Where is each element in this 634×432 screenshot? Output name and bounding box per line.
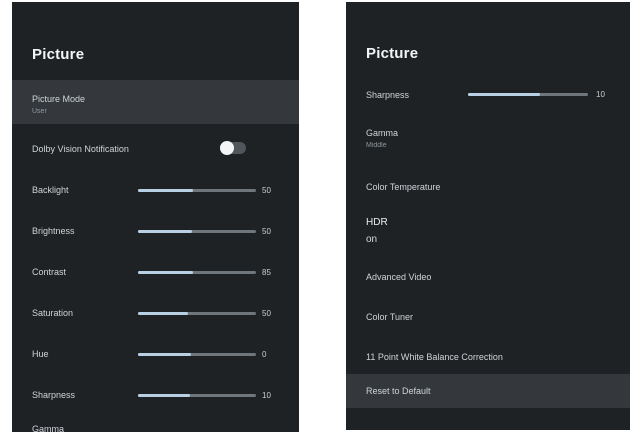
- brightness-slider-fill: [138, 230, 193, 233]
- saturation-slider[interactable]: [138, 312, 256, 315]
- hdr-label: HDR: [366, 217, 388, 228]
- picture-mode-label: Picture Mode: [32, 94, 86, 104]
- backlight-item[interactable]: Backlight 50: [12, 173, 299, 209]
- dolby-vision-notification-label: Dolby Vision Notification: [32, 144, 129, 154]
- color-tuner-label: Color Tuner: [366, 312, 414, 322]
- backlight-label: Backlight: [32, 185, 69, 195]
- contrast-label: Contrast: [32, 267, 67, 277]
- sharpness-label: Sharpness: [32, 390, 76, 400]
- saturation-label: Saturation: [32, 308, 74, 318]
- brightness-slider[interactable]: [138, 230, 256, 233]
- backlight-value: 50: [262, 186, 271, 195]
- sharpness-item[interactable]: Sharpness 10: [346, 82, 630, 108]
- gamma-label: Gamma: [32, 424, 65, 432]
- gamma-value: Middle: [366, 142, 387, 149]
- white-balance-correction-item[interactable]: 11 Point White Balance Correction: [346, 342, 630, 372]
- hdr-item[interactable]: HDR on: [346, 212, 630, 256]
- picture-mode-item[interactable]: Picture Mode User: [12, 80, 299, 124]
- sharpness-value: 10: [596, 90, 605, 99]
- picture-mode-value: User: [32, 108, 47, 115]
- white-balance-correction-label: 11 Point White Balance Correction: [366, 352, 503, 362]
- page-title: Picture: [32, 46, 85, 63]
- gamma-label: Gamma: [366, 128, 399, 138]
- hue-slider[interactable]: [138, 353, 256, 356]
- saturation-slider-fill: [138, 312, 188, 315]
- sharpness-label: Sharpness: [366, 90, 410, 100]
- sharpness-slider[interactable]: [468, 93, 588, 96]
- picture-settings-panel-right: Picture Sharpness 10 Gamma Middle Color …: [346, 2, 630, 430]
- saturation-value: 50: [262, 309, 271, 318]
- hdr-value: on: [366, 234, 378, 245]
- brightness-value: 50: [262, 227, 271, 236]
- sharpness-slider-fill: [468, 93, 540, 96]
- sharpness-slider-fill: [138, 394, 190, 397]
- sharpness-item[interactable]: Sharpness 10: [12, 378, 299, 414]
- reset-to-default-item[interactable]: Reset to Default: [346, 374, 630, 408]
- hue-item[interactable]: Hue 0: [12, 337, 299, 373]
- contrast-slider-fill: [138, 271, 194, 274]
- page-title: Picture: [366, 45, 419, 62]
- backlight-slider[interactable]: [138, 189, 256, 192]
- gamma-item[interactable]: Gamma Middle: [346, 120, 630, 160]
- brightness-label: Brightness: [32, 226, 75, 236]
- hue-value: 0: [262, 350, 267, 359]
- color-temperature-label: Color Temperature: [366, 182, 441, 192]
- picture-settings-panel-left: Picture Picture Mode User Dolby Vision N…: [12, 2, 299, 432]
- backlight-slider-fill: [138, 189, 194, 192]
- gamma-item[interactable]: Gamma: [12, 420, 299, 432]
- hue-slider-fill: [138, 353, 192, 356]
- dolby-vision-notification-toggle[interactable]: [220, 141, 246, 155]
- sharpness-slider[interactable]: [138, 394, 256, 397]
- contrast-value: 85: [262, 268, 271, 277]
- contrast-slider[interactable]: [138, 271, 256, 274]
- saturation-item[interactable]: Saturation 50: [12, 296, 299, 332]
- brightness-item[interactable]: Brightness 50: [12, 214, 299, 250]
- dolby-vision-notification-item[interactable]: Dolby Vision Notification: [12, 134, 299, 164]
- advanced-video-item[interactable]: Advanced Video: [346, 262, 630, 292]
- color-tuner-item[interactable]: Color Tuner: [346, 302, 630, 332]
- hue-label: Hue: [32, 349, 49, 359]
- reset-to-default-label: Reset to Default: [366, 386, 431, 396]
- sharpness-value: 10: [262, 391, 271, 400]
- advanced-video-label: Advanced Video: [366, 272, 432, 282]
- color-temperature-item[interactable]: Color Temperature: [346, 172, 630, 202]
- toggle-knob: [220, 141, 234, 155]
- contrast-item[interactable]: Contrast 85: [12, 255, 299, 291]
